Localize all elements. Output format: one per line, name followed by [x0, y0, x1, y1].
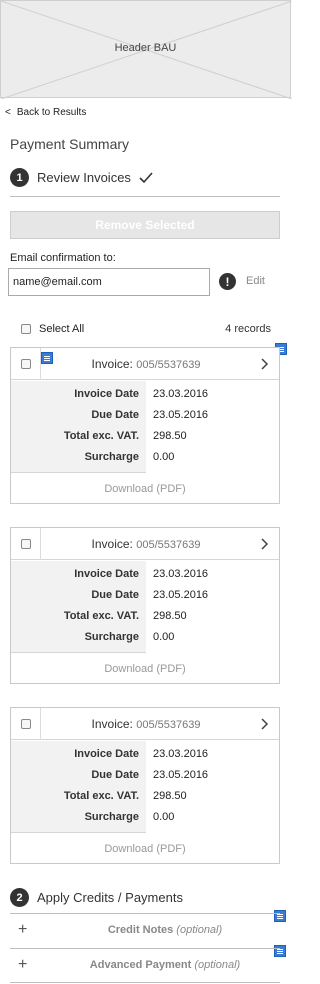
invoice-number: 005/5537639	[136, 359, 201, 371]
invoice-details: Invoice Date 23.03.2016 Due Date 23.05.2…	[11, 561, 279, 653]
edit-email-link[interactable]: Edit	[246, 275, 265, 287]
invoice-checkbox[interactable]	[20, 359, 31, 369]
download-pdf-button[interactable]: Download (PDF)	[11, 474, 279, 504]
invoice-checkbox[interactable]	[20, 719, 31, 729]
invoice-number: 005/5537639	[136, 539, 201, 551]
invoice-card: Invoice: 005/5537639 Invoice Date 23.03.…	[10, 527, 280, 684]
due-date-label: Due Date	[91, 769, 139, 781]
due-date-value: 23.05.2016	[153, 769, 209, 781]
invoice-title-label: Invoice:	[91, 717, 133, 731]
select-all-checkbox[interactable]	[21, 324, 31, 334]
checkbox-cell	[11, 528, 41, 560]
invoice-date-value: 23.03.2016	[153, 748, 209, 760]
invoice-card-header[interactable]: Invoice: 005/5537639	[11, 528, 279, 560]
invoice-date-label: Invoice Date	[74, 748, 139, 760]
invoice-details: Invoice Date 23.03.2016 Due Date 23.05.2…	[11, 741, 279, 833]
divider	[10, 982, 280, 983]
total-value: 298.50	[153, 430, 187, 442]
due-date-value: 23.05.2016	[153, 409, 209, 421]
accordion-label: Advanced Payment (optional)	[50, 959, 280, 971]
alert-icon: !	[219, 273, 236, 290]
remove-selected-button[interactable]: Remove Selected	[10, 211, 280, 239]
chevron-right-icon[interactable]	[261, 538, 269, 550]
invoice-title: Invoice: 005/5537639	[41, 357, 251, 371]
email-confirmation-label: Email confirmation to:	[10, 252, 116, 264]
invoice-date-value: 23.03.2016	[153, 568, 209, 580]
invoice-title: Invoice: 005/5537639	[41, 537, 251, 551]
record-count: 4 records	[225, 323, 271, 335]
surcharge-label: Surcharge	[84, 811, 139, 823]
accordion-title: Credit Notes	[107, 924, 174, 936]
select-all-toggle[interactable]: Select All	[21, 323, 84, 335]
credit-notes-accordion[interactable]: + Credit Notes (optional)	[10, 913, 280, 947]
invoice-details: Invoice Date 23.03.2016 Due Date 23.05.2…	[11, 381, 279, 473]
invoice-date-label: Invoice Date	[74, 568, 139, 580]
advanced-payment-accordion[interactable]: + Advanced Payment (optional)	[10, 948, 280, 982]
surcharge-value: 0.00	[153, 631, 175, 643]
chevron-right-icon[interactable]	[261, 358, 269, 370]
back-to-results-link[interactable]: < Back to Results	[5, 107, 86, 118]
total-label: Total exc. VAT.	[63, 790, 139, 802]
chevron-left-icon: <	[5, 107, 11, 118]
step-apply-credits: 2 Apply Credits / Payments	[10, 888, 183, 907]
invoice-title: Invoice: 005/5537639	[41, 717, 251, 731]
download-pdf-button[interactable]: Download (PDF)	[11, 834, 279, 864]
download-pdf-button[interactable]: Download (PDF)	[11, 654, 279, 684]
invoice-card-header[interactable]: Invoice: 005/5537639	[11, 708, 279, 740]
invoice-card: Invoice: 005/5537639 Invoice Date 23.03.…	[10, 707, 280, 864]
step-number-badge: 1	[10, 168, 29, 187]
page-title: Payment Summary	[10, 136, 130, 152]
due-date-value: 23.05.2016	[153, 589, 209, 601]
step-number-badge: 2	[10, 888, 29, 907]
optional-hint: (optional)	[176, 924, 223, 936]
accordion-label: Credit Notes (optional)	[50, 924, 280, 936]
back-label: Back to Results	[16, 107, 87, 118]
invoice-card: Invoice: 005/5537639 Invoice Date 23.03.…	[10, 347, 280, 504]
annotation-note-icon	[41, 352, 53, 364]
select-all-label: Select All	[39, 323, 85, 335]
surcharge-value: 0.00	[153, 811, 175, 823]
plus-icon: +	[18, 956, 28, 973]
checkbox-cell	[11, 348, 41, 380]
step-label: Review Invoices	[37, 170, 131, 185]
total-value: 298.50	[153, 610, 187, 622]
surcharge-label: Surcharge	[84, 631, 139, 643]
total-value: 298.50	[153, 790, 187, 802]
invoice-date-label: Invoice Date	[74, 388, 139, 400]
checkbox-cell	[11, 708, 41, 740]
checkmark-icon	[139, 171, 153, 183]
plus-icon: +	[18, 921, 28, 938]
surcharge-label: Surcharge	[84, 451, 139, 463]
due-date-label: Due Date	[91, 589, 139, 601]
chevron-right-icon[interactable]	[261, 718, 269, 730]
step-review-invoices: 1 Review Invoices	[10, 168, 153, 187]
surcharge-value: 0.00	[153, 451, 175, 463]
invoice-number: 005/5537639	[136, 719, 201, 731]
invoice-checkbox[interactable]	[20, 539, 31, 549]
total-label: Total exc. VAT.	[63, 430, 139, 442]
due-date-label: Due Date	[91, 409, 139, 421]
accordion-title: Advanced Payment	[89, 959, 192, 971]
divider	[10, 196, 280, 197]
invoice-title-label: Invoice:	[91, 537, 133, 551]
step-label: Apply Credits / Payments	[37, 890, 183, 905]
optional-hint: (optional)	[194, 959, 241, 971]
invoice-date-value: 23.03.2016	[153, 388, 209, 400]
email-field[interactable]	[8, 268, 210, 296]
header-placeholder: Header BAU	[0, 0, 292, 99]
invoice-title-label: Invoice:	[91, 357, 133, 371]
header-label: Header BAU	[114, 42, 177, 54]
total-label: Total exc. VAT.	[63, 610, 139, 622]
